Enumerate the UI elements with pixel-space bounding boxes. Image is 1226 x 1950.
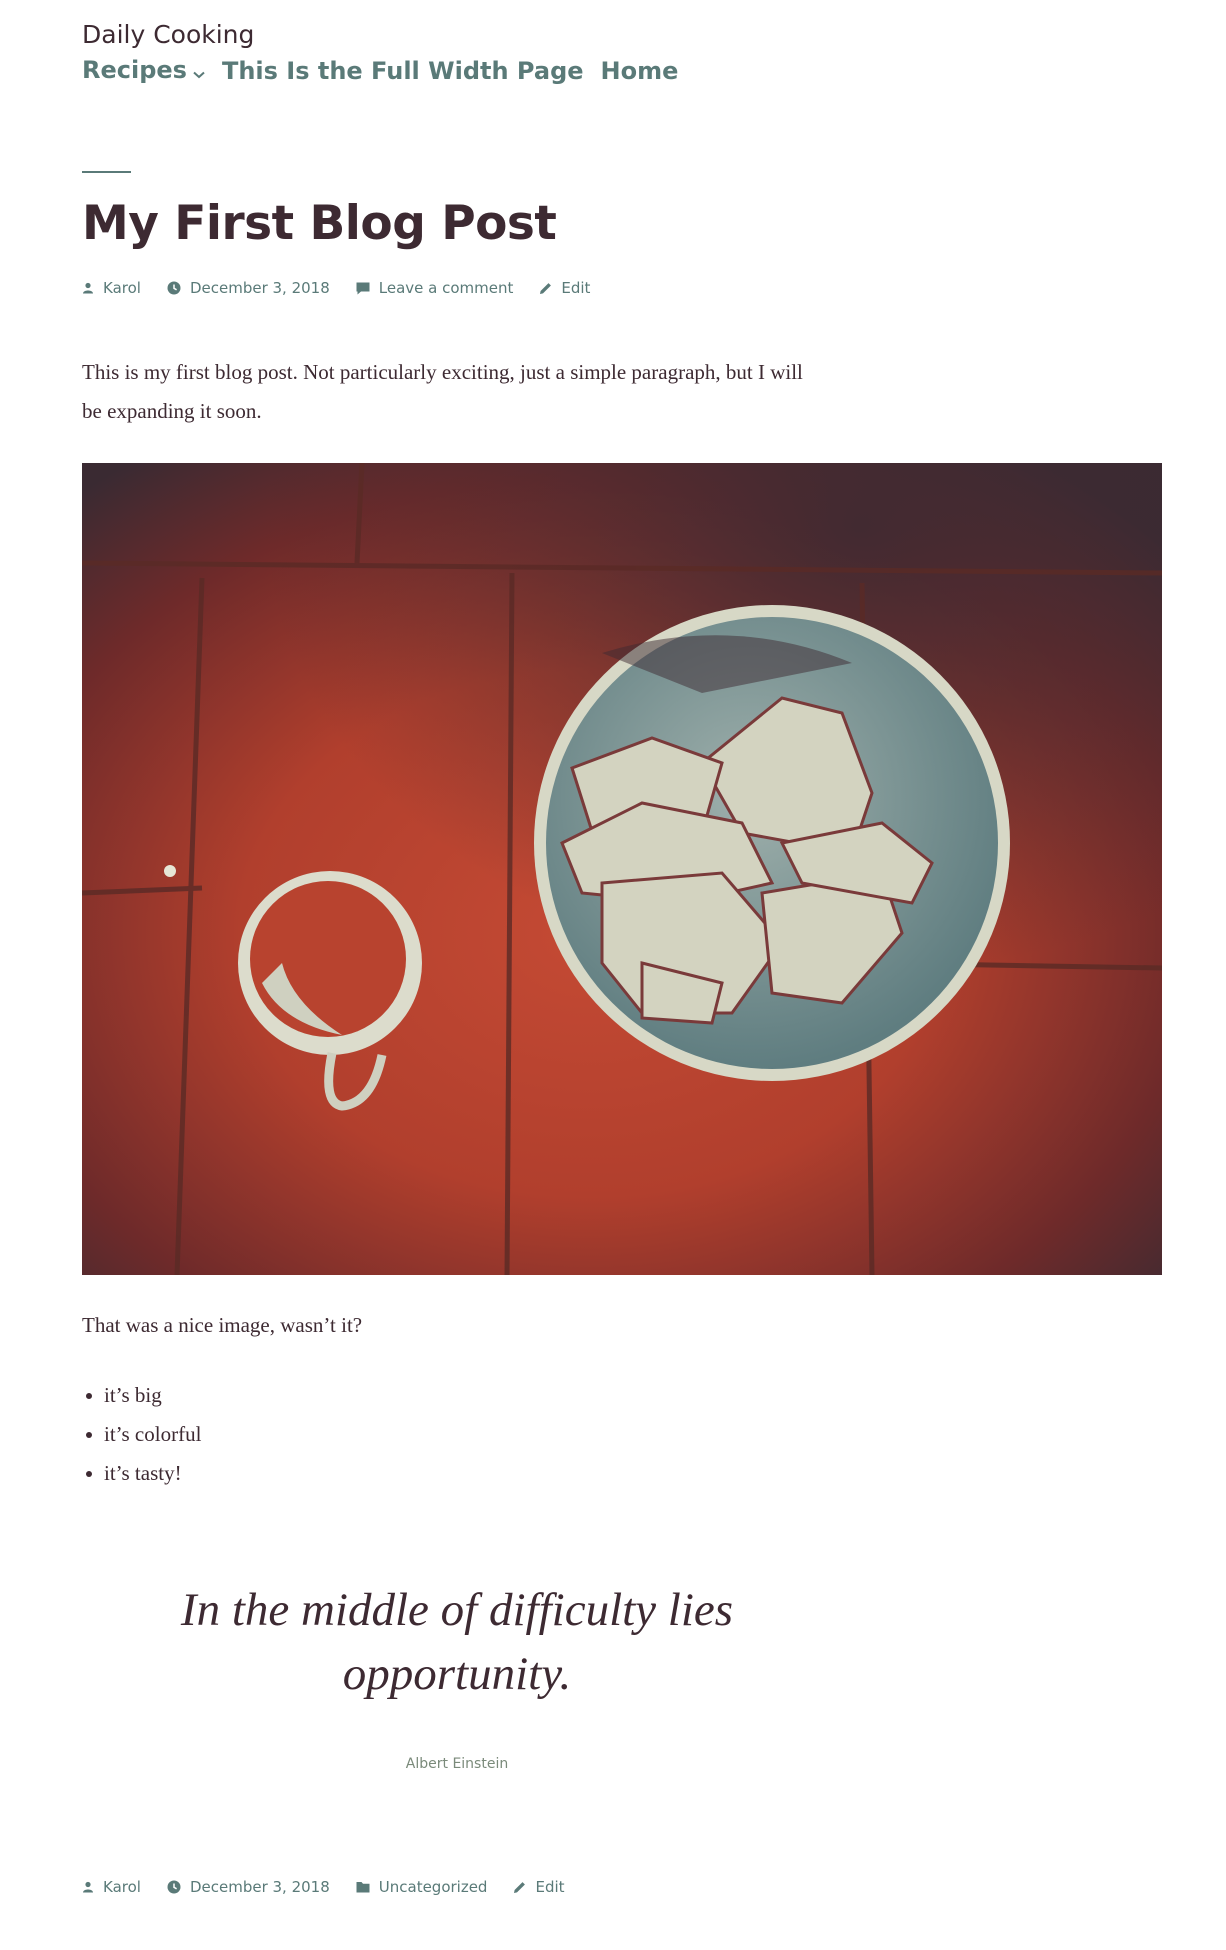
nav-item-home[interactable]: Home bbox=[601, 57, 679, 85]
post-date: December 3, 2018 bbox=[189, 1878, 330, 1896]
clock-icon bbox=[167, 281, 181, 295]
post-title: My First Blog Post bbox=[82, 196, 557, 251]
comment-icon bbox=[356, 282, 370, 294]
edit-link[interactable]: Edit bbox=[539, 279, 590, 297]
chevron-down-icon[interactable] bbox=[193, 57, 205, 85]
date-link[interactable]: December 3, 2018 bbox=[167, 1878, 330, 1896]
post-date: December 3, 2018 bbox=[189, 279, 330, 297]
quote-citation: Albert Einstein bbox=[405, 1756, 509, 1772]
edit-icon bbox=[514, 1881, 526, 1893]
author-name: Karol bbox=[103, 279, 141, 297]
date-link[interactable]: December 3, 2018 bbox=[167, 279, 330, 297]
comment-label: Leave a comment bbox=[378, 279, 514, 297]
folder-icon bbox=[356, 1882, 370, 1893]
list-item: it’s tasty! bbox=[82, 1454, 201, 1493]
list-item: it’s big bbox=[82, 1376, 201, 1415]
main-navigation: Recipes This Is the Full Width Page Home bbox=[82, 56, 695, 85]
featured-image bbox=[82, 463, 1162, 1275]
nav-item-full-width-page[interactable]: This Is the Full Width Page bbox=[222, 57, 584, 85]
site-title[interactable]: Daily Cooking bbox=[82, 20, 254, 49]
category-link[interactable]: Uncategorized bbox=[356, 1878, 488, 1896]
author-icon bbox=[83, 282, 93, 294]
clock-icon bbox=[167, 1880, 181, 1894]
nav-item-recipes[interactable]: Recipes bbox=[82, 56, 205, 85]
author-link[interactable]: Karol bbox=[82, 279, 141, 297]
author-link[interactable]: Karol bbox=[82, 1878, 141, 1896]
post-paragraph-after-image: That was a nice image, wasn’t it? bbox=[82, 1313, 363, 1337]
title-divider bbox=[82, 171, 131, 173]
edit-icon bbox=[540, 282, 552, 294]
nav-item-label: Recipes bbox=[82, 56, 187, 84]
post-intro-paragraph: This is my first blog post. Not particul… bbox=[82, 360, 803, 423]
category-label: Uncategorized bbox=[378, 1878, 488, 1896]
post-meta-top: Karol December 3, 2018 Leave a comment E… bbox=[82, 279, 616, 297]
comment-link[interactable]: Leave a comment bbox=[356, 279, 514, 297]
edit-label: Edit bbox=[535, 1878, 565, 1896]
edit-link[interactable]: Edit bbox=[513, 1878, 565, 1896]
post-bullet-list: it’s big it’s colorful it’s tasty! bbox=[82, 1376, 201, 1493]
edit-label: Edit bbox=[561, 279, 591, 297]
author-icon bbox=[83, 1881, 93, 1893]
list-item: it’s colorful bbox=[82, 1415, 201, 1454]
pull-quote: In the middle of difficulty lies opportu… bbox=[180, 1584, 734, 1700]
post-meta-bottom: Karol December 3, 2018 Uncategorized Edi… bbox=[82, 1878, 591, 1896]
author-name: Karol bbox=[103, 1878, 141, 1896]
